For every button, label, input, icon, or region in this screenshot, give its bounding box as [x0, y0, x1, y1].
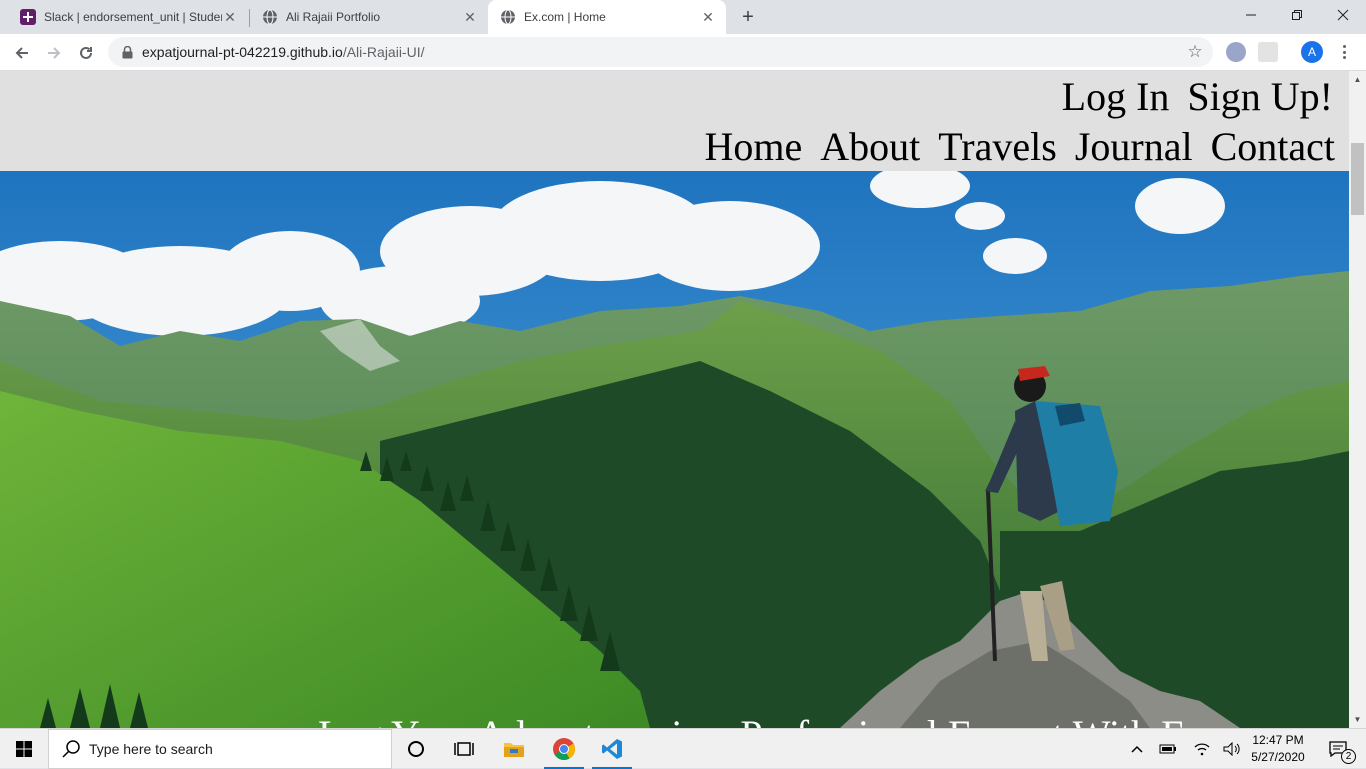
new-tab-button[interactable]: + — [736, 5, 760, 29]
tab-home[interactable]: Ex.com | Home ✕ — [488, 0, 726, 34]
slack-icon — [20, 9, 36, 25]
tab-strip: Slack | endorsement_unit | Student ✕ Ali… — [0, 0, 1366, 34]
back-button[interactable] — [8, 39, 36, 67]
lock-icon — [120, 45, 134, 59]
notification-badge: 2 — [1341, 749, 1356, 764]
reload-icon — [80, 46, 92, 59]
bookmark-star-icon[interactable]: ☆ — [1185, 42, 1205, 62]
chevron-up-icon[interactable] — [1126, 729, 1148, 769]
search-icon — [62, 740, 80, 758]
windows-taskbar: 12:47 PM 5/27/2020 2 — [0, 728, 1366, 769]
nav-journal[interactable]: Journal — [1075, 123, 1193, 171]
task-view-button[interactable] — [440, 729, 488, 769]
nav-travels[interactable]: Travels — [938, 123, 1057, 171]
wifi-icon[interactable] — [1190, 729, 1214, 769]
browser-toolbar: expatjournal-pt-042219.github.io/Ali-Raj… — [0, 34, 1366, 71]
globe-icon — [262, 9, 278, 25]
windows-logo-icon — [16, 741, 32, 757]
close-window-button[interactable] — [1320, 0, 1366, 30]
close-icon[interactable]: ✕ — [222, 9, 238, 25]
restore-button[interactable] — [1274, 0, 1320, 30]
action-center-button[interactable]: 2 — [1318, 729, 1358, 769]
tab-slack[interactable]: Slack | endorsement_unit | Student ✕ — [8, 0, 248, 34]
folder-icon — [504, 743, 524, 757]
tab-title: Slack | endorsement_unit | Student — [44, 10, 222, 24]
globe-icon — [500, 9, 516, 25]
volume-icon[interactable] — [1220, 729, 1244, 769]
nav-home[interactable]: Home — [705, 123, 803, 171]
task-view-icon — [454, 742, 474, 756]
hero-image: Log Your Adventures in a Professional Fo… — [0, 171, 1349, 728]
start-button[interactable] — [0, 729, 48, 769]
extension-icon[interactable] — [1258, 42, 1278, 62]
file-explorer-button[interactable] — [490, 729, 538, 769]
vscode-icon — [602, 739, 622, 759]
scrollbar-thumb[interactable] — [1351, 143, 1364, 215]
url-text: expatjournal-pt-042219.github.io/Ali-Raj… — [142, 44, 425, 60]
battery-icon[interactable] — [1156, 729, 1180, 769]
tab-title: Ali Rajaii Portfolio — [286, 10, 381, 24]
scroll-up-arrow-icon[interactable]: ▲ — [1349, 71, 1366, 88]
close-icon[interactable]: ✕ — [700, 9, 716, 25]
url-path: /Ali-Rajaii-UI/ — [342, 44, 425, 60]
page-scrollbar[interactable]: ▲ ▼ — [1349, 71, 1366, 728]
clock-date: 5/27/2020 — [1251, 750, 1305, 764]
tab-portfolio[interactable]: Ali Rajaii Portfolio ✕ — [250, 0, 488, 34]
clock-time: 12:47 PM — [1252, 733, 1304, 747]
login-link[interactable]: Log In — [1062, 73, 1170, 121]
chrome-taskbar-button[interactable] — [540, 729, 588, 769]
address-bar[interactable]: expatjournal-pt-042219.github.io/Ali-Raj… — [108, 37, 1213, 67]
mountain-landscape-image — [0, 171, 1349, 728]
search-input[interactable] — [89, 741, 369, 757]
arrow-right-icon — [48, 47, 61, 59]
scroll-down-arrow-icon[interactable]: ▼ — [1349, 711, 1366, 728]
close-icon[interactable]: ✕ — [462, 9, 478, 25]
arrow-left-icon — [15, 47, 28, 59]
minimize-button[interactable] — [1228, 0, 1274, 30]
profile-avatar[interactable]: A — [1301, 41, 1323, 63]
taskbar-search[interactable] — [48, 729, 392, 769]
reload-button[interactable] — [72, 39, 100, 67]
site-header: Log In Sign Up! Home About Travels Journ… — [0, 71, 1349, 171]
chrome-icon — [553, 738, 575, 760]
close-icon — [1337, 9, 1349, 21]
nav-about[interactable]: About — [820, 123, 920, 171]
tab-title: Ex.com | Home — [524, 10, 606, 24]
extension-icon[interactable] — [1226, 42, 1246, 62]
vscode-taskbar-button[interactable] — [588, 729, 636, 769]
hero-tagline: Log Your Adventures in a Professional Fo… — [318, 711, 1206, 728]
system-clock[interactable]: 12:47 PM 5/27/2020 — [1247, 731, 1309, 767]
minimize-icon — [1246, 14, 1256, 16]
auth-nav: Log In Sign Up! — [1062, 73, 1333, 121]
menu-icon[interactable] — [1336, 42, 1352, 62]
main-nav: Home About Travels Journal Contact — [705, 123, 1336, 171]
url-host: expatjournal-pt-042219.github.io — [142, 44, 343, 60]
nav-contact[interactable]: Contact — [1211, 123, 1335, 171]
signup-link[interactable]: Sign Up! — [1187, 73, 1333, 121]
page-viewport: Log In Sign Up! Home About Travels Journ… — [0, 71, 1366, 728]
cortana-button[interactable] — [392, 729, 440, 769]
forward-button[interactable] — [40, 39, 68, 67]
restore-icon — [1292, 10, 1302, 20]
cortana-circle-icon — [408, 741, 424, 757]
